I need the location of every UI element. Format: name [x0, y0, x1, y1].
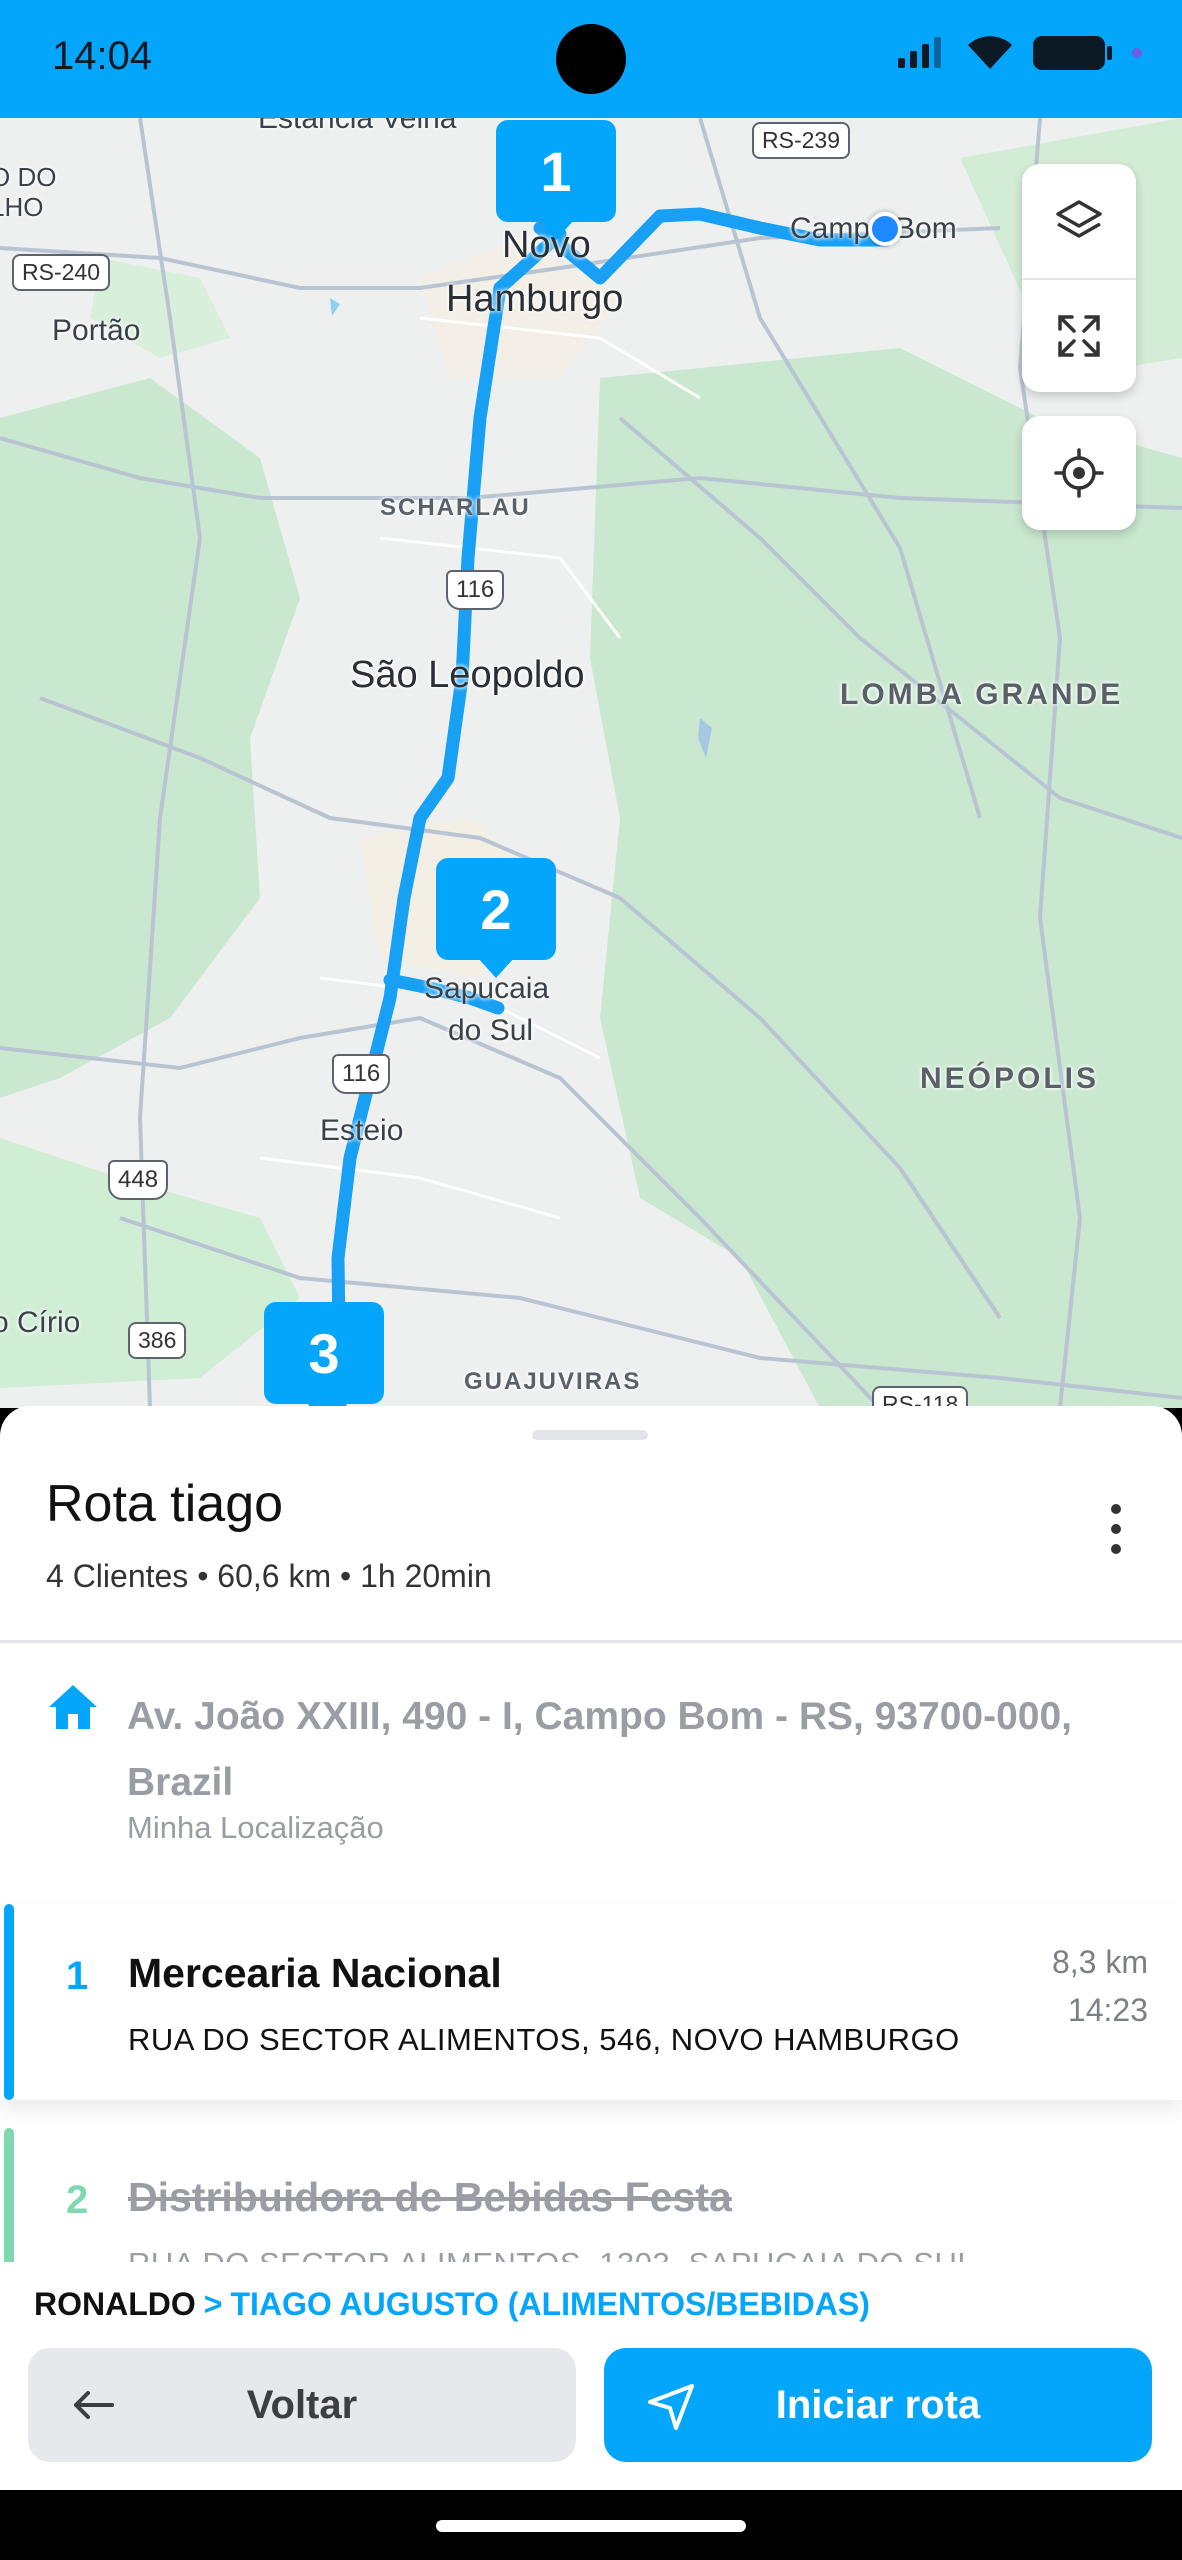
map-label-lomba-grande: LOMBA GRANDE [840, 678, 1124, 711]
more-dot-icon [1111, 1504, 1121, 1514]
map-label-neopolis: NEÓPOLIS [920, 1062, 1100, 1095]
back-button[interactable]: Voltar [28, 2348, 576, 2462]
expand-icon [1058, 315, 1100, 357]
route-marker-2[interactable]: 2 [436, 858, 556, 978]
status-bar: 14:04 [0, 0, 1182, 118]
stop-number: 1 [66, 1954, 89, 1998]
origin-label: Minha Localização [127, 1810, 384, 1845]
breadcrumb-current: TIAGO AUGUSTO (ALIMENTOS/BEBIDAS) [230, 2286, 870, 2322]
stop-eta: 14:23 [1067, 1992, 1148, 2028]
origin-address: Av. João XXIII, 490 - I, Campo Bom - RS,… [127, 1695, 1073, 1804]
current-location-dot [868, 212, 902, 246]
action-panel: RONALDO > TIAGO AUGUSTO (ALIMENTOS/BEBIDAS… [0, 2262, 1182, 2490]
road-shield-br386: 386 [128, 1322, 187, 1359]
stop-name: Mercearia Nacional [128, 1950, 502, 1996]
signal-icon [898, 37, 941, 68]
route-title: Rota tiago [46, 1475, 284, 1533]
home-gesture-pill[interactable] [436, 2520, 746, 2532]
wifi-icon [968, 36, 1012, 69]
map-label-guajuviras: GUAJUVIRAS [464, 1368, 642, 1395]
map-label-portao: Portão [52, 314, 141, 347]
stop-number: 2 [66, 2178, 89, 2222]
breadcrumb-parent[interactable]: RONALDO [34, 2286, 196, 2322]
map-controls [1022, 164, 1136, 392]
road-shield-br448: 448 [108, 1160, 169, 1200]
back-button-label: Voltar [246, 2382, 358, 2427]
battery-icon [1033, 36, 1112, 70]
stop-distance: 8,3 km [1051, 1944, 1148, 1980]
map-label-sao-leopoldo: São Leopoldo [350, 654, 585, 696]
breadcrumb-separator: > [203, 2286, 223, 2322]
map-label-esteio: Esteio [320, 1114, 404, 1147]
map-label-novo-hamburgo-2: Hamburgo [446, 278, 624, 320]
stop-item-1[interactable]: 1 Mercearia Nacional RUA DO SECTOR ALIME… [0, 1904, 1182, 2100]
road-shield-rs240: RS-240 [12, 254, 110, 291]
map-label-fragment-2: LHO [0, 192, 44, 222]
map-label-estancia-velha: Estância Velha [258, 118, 457, 135]
road-shield-br116-south: 116 [332, 1054, 391, 1094]
start-route-button[interactable]: Iniciar rota [604, 2348, 1152, 2462]
route-marker-3[interactable]: 3 [264, 1302, 384, 1408]
route-marker-1[interactable]: 1 [496, 120, 616, 240]
front-camera [556, 24, 626, 94]
layers-icon [1056, 200, 1102, 238]
navigation-arrow-icon [648, 2384, 694, 2430]
map-label-scharlau: SCHARLAU [380, 494, 531, 521]
location-control [1022, 416, 1136, 530]
fit-route-button[interactable] [1022, 278, 1136, 392]
my-location-button[interactable] [1022, 416, 1136, 530]
more-options-button[interactable] [1106, 1504, 1126, 1554]
home-icon [49, 1685, 97, 1729]
road-shield-br116-north: 116 [446, 570, 505, 610]
route-map[interactable]: Estância Velha O DO LHO Portão Novo Hamb… [0, 118, 1182, 1408]
my-location-icon [1054, 448, 1104, 498]
road-shield-rs118: RS-118 [872, 1386, 969, 1408]
breadcrumb: RONALDO > TIAGO AUGUSTO (ALIMENTOS/BEBIDAS… [34, 2286, 870, 2323]
route-summary: 4 Clientes • 60,6 km • 1h 20min [46, 1558, 492, 1594]
stop-indicator-bar [4, 1904, 14, 2100]
arrow-left-icon [74, 2391, 114, 2419]
map-label-sapucaia-2: do Sul [448, 1014, 534, 1047]
layers-button[interactable] [1022, 164, 1136, 278]
sheet-divider [0, 1640, 1182, 1643]
stop-address: RUA DO SECTOR ALIMENTOS, 546, NOVO HAMBU… [128, 2022, 960, 2057]
more-dot-icon [1111, 1524, 1121, 1534]
notification-dot-icon [1132, 48, 1142, 58]
map-label-fragment-1: O DO [0, 162, 57, 192]
road-shield-rs239: RS-239 [752, 122, 850, 159]
more-dot-icon [1111, 1544, 1121, 1554]
start-route-label: Iniciar rota [775, 2382, 981, 2427]
stop-name: Distribuidora de Bebidas Festa [128, 2174, 732, 2220]
status-time: 14:04 [52, 34, 153, 78]
sheet-drag-handle[interactable] [532, 1430, 648, 1440]
status-icons [896, 34, 1142, 72]
map-label-cirio: o Círio [0, 1306, 81, 1339]
system-nav-bar [0, 2490, 1182, 2560]
